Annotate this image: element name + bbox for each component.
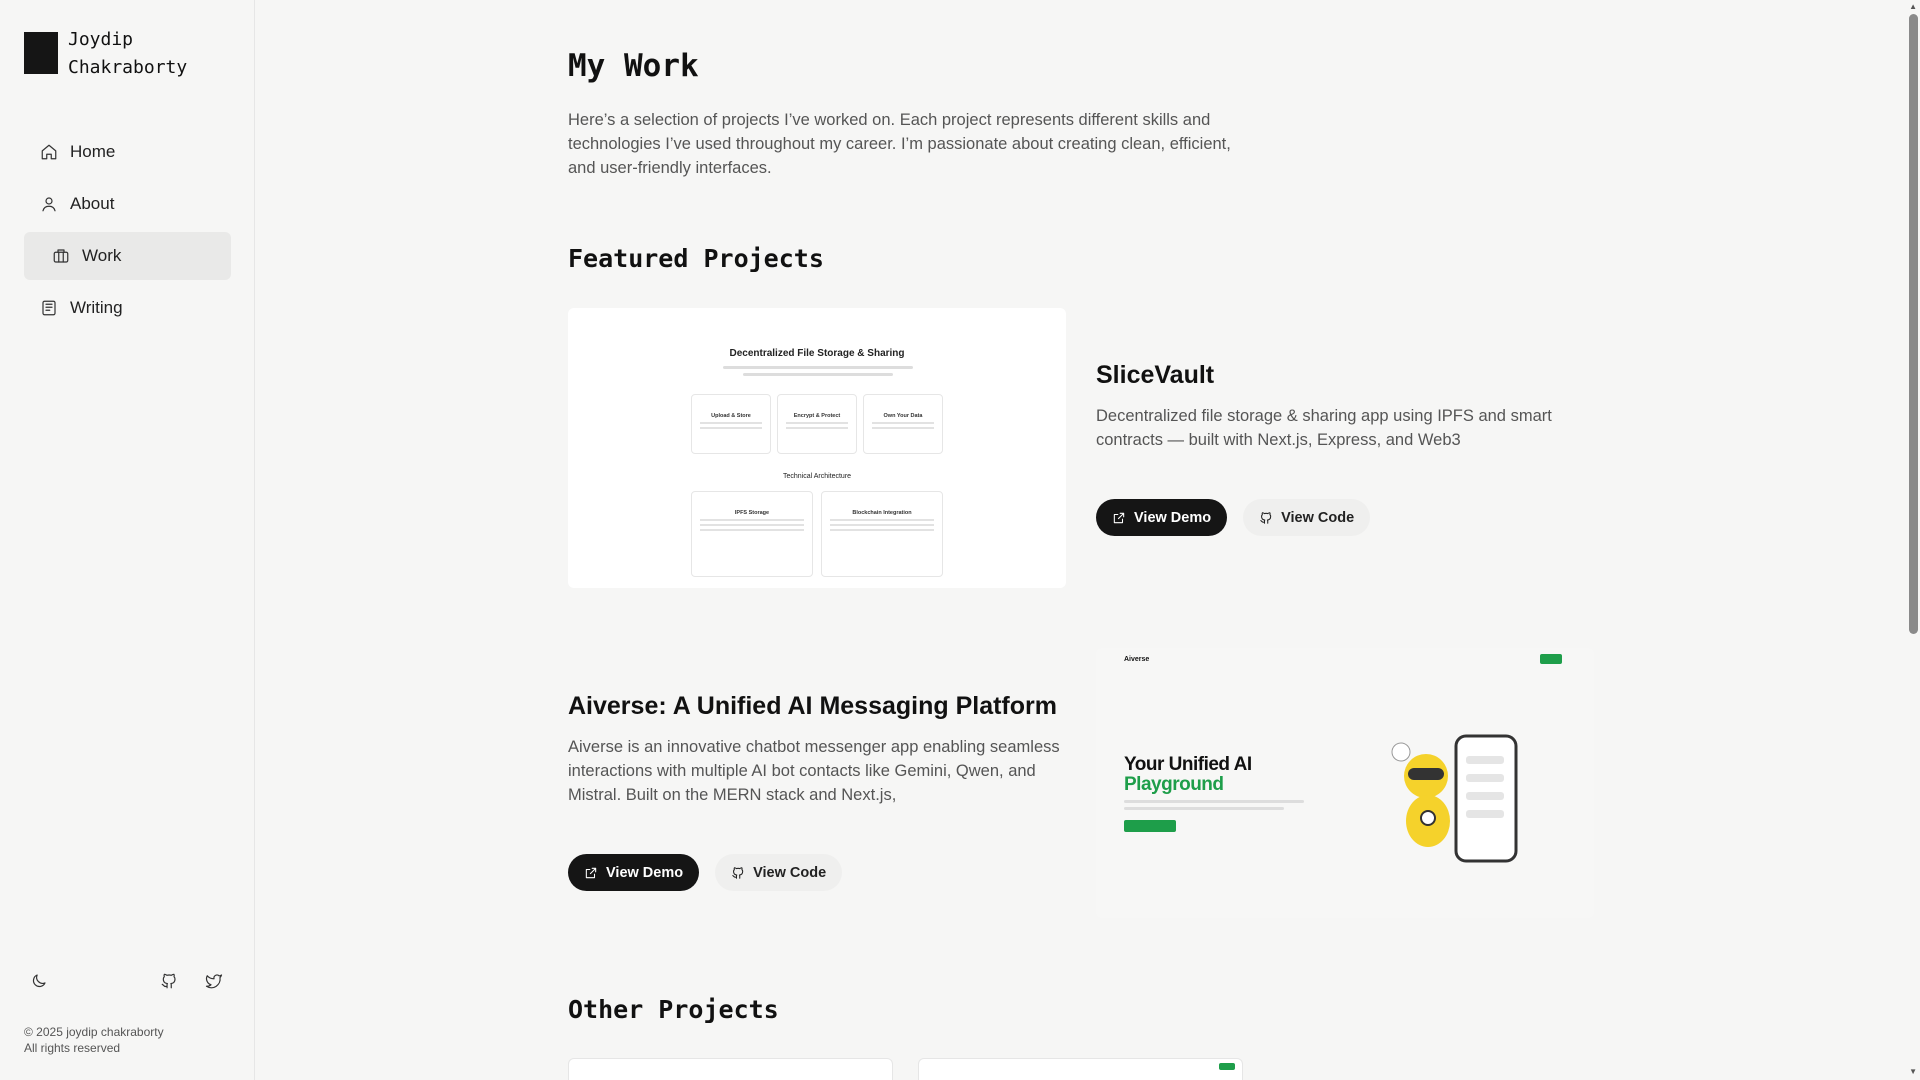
sidebar-item-work[interactable]: Work (24, 232, 231, 280)
slicevault-preview-image[interactable]: Decentralized File Storage & Sharing Upl… (568, 308, 1066, 588)
github-icon (732, 866, 744, 879)
button-label: View Code (1281, 509, 1355, 526)
view-demo-button[interactable]: View Demo (1096, 499, 1228, 536)
home-icon (41, 144, 57, 160)
brand-logo (24, 32, 58, 74)
twitter-link[interactable] (205, 972, 223, 995)
preview-card-title: Own Your Data (883, 413, 923, 419)
sidebar-nav: Home About Work Writing (24, 128, 231, 336)
external-link-icon (1113, 512, 1125, 523)
view-demo-button[interactable]: View Demo (568, 854, 700, 891)
sidebar-item-label: Writing (70, 298, 123, 317)
project-actions: View Demo View Code (568, 854, 843, 891)
aiverse-preview-image[interactable]: Aiverse Your Unified AI Playground (1096, 648, 1594, 918)
github-icon (161, 973, 176, 989)
github-link[interactable] (160, 972, 178, 995)
other-project-card[interactable] (568, 1058, 893, 1080)
sidebar-footer-icons (30, 972, 230, 996)
preview-card: Blockchain Integration (821, 491, 943, 577)
scroll-up-arrow[interactable]: ▲ (1909, 2, 1917, 11)
external-link-icon (585, 867, 597, 878)
project-description: Decentralized file storage & sharing app… (1096, 407, 1552, 449)
button-label: View Demo (606, 864, 684, 881)
preview-section-title: Technical Architecture (782, 473, 852, 480)
preview-text-line (743, 373, 893, 376)
sidebar-item-writing[interactable]: Writing (24, 284, 231, 332)
sidebar: Joydip Chakraborty Home About Work Writi… (0, 0, 255, 1080)
copyright-line: © 2025 joydip chakraborty (24, 1025, 164, 1039)
preview-card-title: Upload & Store (711, 413, 751, 419)
button-label: View Code (753, 864, 827, 881)
project-title[interactable]: SliceVault (1096, 361, 1214, 390)
sidebar-item-about[interactable]: About (24, 180, 231, 228)
preview-hero-line2: Playground (1124, 774, 1224, 795)
theme-toggle-button[interactable] (30, 972, 48, 995)
button-label: View Demo (1134, 509, 1212, 526)
preview-card-title: Blockchain Integration (852, 510, 912, 516)
scroll-down-arrow[interactable]: ▼ (1909, 1067, 1917, 1076)
project-actions: View Demo View Code (1096, 499, 1371, 536)
copyright: © 2025 joydip chakraborty All rights res… (24, 1024, 164, 1056)
preview-card: IPFS Storage (691, 491, 813, 577)
preview-text-line (1124, 807, 1284, 810)
github-icon (1260, 511, 1272, 524)
sidebar-item-label: Work (82, 246, 122, 265)
preview-cta (1219, 1063, 1235, 1070)
briefcase-icon (53, 249, 69, 263)
page-title: My Work (568, 48, 699, 84)
robot-illustration (1391, 734, 1518, 863)
preview-text-line (723, 366, 913, 369)
preview-card: Encrypt & Protect (777, 394, 857, 454)
other-projects-heading: Other Projects (568, 995, 779, 1024)
preview-card: Own Your Data (863, 394, 943, 454)
newspaper-icon (42, 300, 56, 316)
project-title[interactable]: Aiverse: A Unified AI Messaging Platform (568, 692, 1057, 721)
preview-card-title: IPFS Storage (734, 510, 770, 516)
featured-projects-heading: Featured Projects (568, 244, 824, 273)
preview-card-title: Encrypt & Protect (793, 413, 841, 419)
sidebar-item-label: About (70, 194, 115, 213)
page-intro: Here’s a selection of projects I’ve work… (568, 111, 1231, 177)
project-description: Aiverse is an innovative chatbot messeng… (568, 738, 1060, 804)
rights-line: All rights reserved (24, 1041, 121, 1055)
brand[interactable]: Joydip Chakraborty (24, 26, 187, 82)
preview-logo: Aiverse (1124, 656, 1150, 663)
brand-name: Joydip Chakraborty (68, 26, 187, 82)
preview-hero-line1: Your Unified AI (1124, 754, 1252, 775)
scrollbar-thumb[interactable] (1909, 14, 1918, 634)
moon-icon (32, 974, 46, 988)
preview-cta (1540, 654, 1562, 664)
sidebar-item-home[interactable]: Home (24, 128, 231, 176)
other-project-card[interactable] (918, 1058, 1243, 1080)
sidebar-item-label: Home (70, 142, 116, 161)
user-icon (42, 197, 56, 212)
view-code-button[interactable]: View Code (715, 854, 843, 891)
twitter-icon (205, 974, 223, 989)
preview-card: Upload & Store (691, 394, 771, 454)
preview-get-started (1124, 820, 1176, 832)
brand-name-first: Joydip (68, 29, 134, 50)
preview-heading: Decentralized File Storage & Sharing (729, 348, 905, 359)
brand-name-last: Chakraborty (68, 57, 188, 78)
view-code-button[interactable]: View Code (1243, 499, 1371, 536)
preview-text-line (1124, 800, 1304, 803)
